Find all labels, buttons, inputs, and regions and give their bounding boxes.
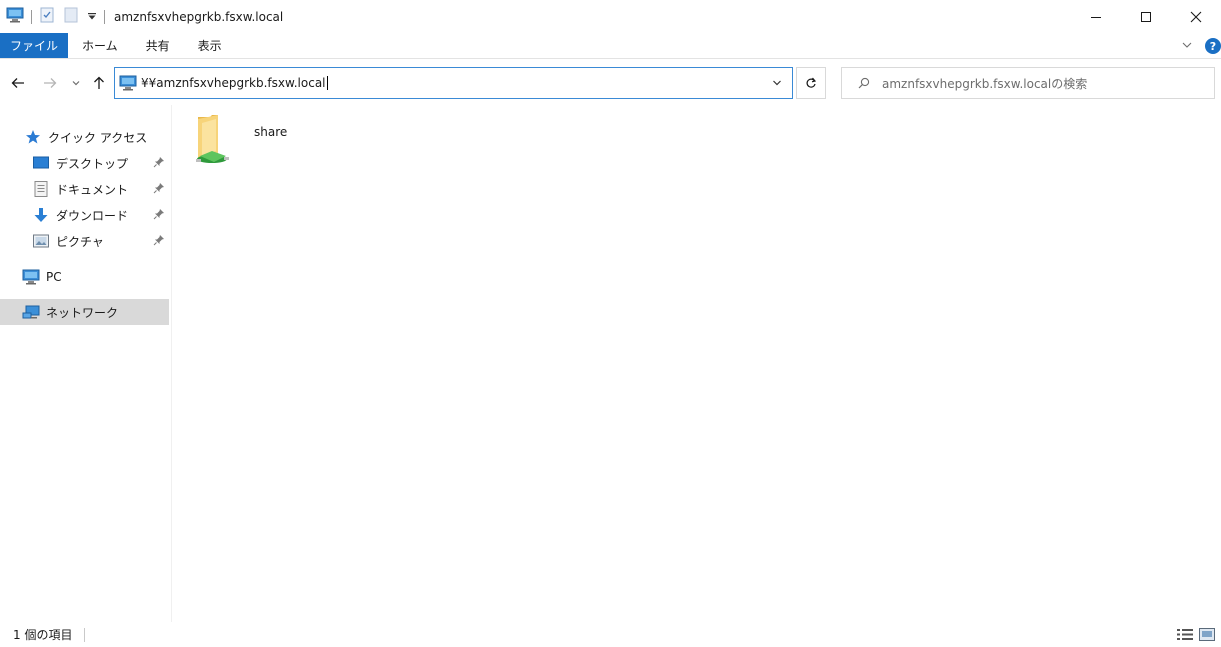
pin-icon[interactable]	[153, 156, 165, 171]
maximize-icon	[1141, 11, 1151, 22]
tab-view[interactable]: 表示	[184, 33, 236, 58]
sidebar-item-pc[interactable]: PC	[0, 264, 169, 290]
details-view-icon	[1177, 629, 1193, 640]
sidebar-item-label: ネットワーク	[46, 305, 119, 320]
up-button[interactable]	[89, 73, 109, 93]
list-item[interactable]: share	[192, 113, 312, 173]
chevron-down-icon	[773, 80, 781, 86]
help-icon[interactable]: ?	[1205, 38, 1221, 54]
pin-icon[interactable]	[153, 182, 165, 197]
back-arrow-icon	[11, 78, 24, 88]
status-separator	[84, 627, 86, 642]
minimize-button[interactable]	[1071, 0, 1121, 33]
pictures-icon	[32, 232, 50, 250]
sidebar-item-label: ドキュメント	[56, 182, 129, 197]
chevron-down-icon	[72, 81, 80, 86]
ribbon-tabs: ファイル ホーム 共有 表示 ?	[0, 33, 1221, 59]
item-name: share	[254, 125, 288, 139]
download-arrow-icon	[32, 206, 50, 224]
pc-icon	[22, 268, 40, 286]
sidebar-item-label: ダウンロード	[56, 208, 129, 223]
network-computer-icon	[119, 75, 137, 91]
toolbar-separator	[31, 9, 32, 24]
pin-icon[interactable]	[153, 208, 165, 223]
refresh-icon	[806, 77, 817, 88]
file-list: share	[172, 105, 1221, 622]
properties-icon[interactable]	[39, 7, 55, 26]
sidebar-item-label: PC	[46, 270, 62, 284]
large-icons-view-icon	[1199, 628, 1215, 641]
desktop-icon	[32, 154, 50, 172]
recent-locations-button[interactable]	[66, 73, 86, 93]
network-icon	[22, 303, 40, 321]
star-icon	[24, 128, 42, 146]
details-view-button[interactable]	[1175, 626, 1195, 643]
tab-home[interactable]: ホーム	[68, 33, 132, 58]
address-dropdown-button[interactable]	[762, 68, 792, 98]
search-input[interactable]: amznfsxvhepgrkb.fsxw.localの検索	[882, 75, 1087, 92]
sidebar-item-downloads[interactable]: ダウンロード	[0, 202, 169, 228]
sidebar-item-quick-access[interactable]: クイック アクセス	[0, 124, 169, 150]
customize-dropdown-icon[interactable]	[87, 10, 97, 24]
shared-folder-icon	[192, 113, 236, 173]
address-bar[interactable]: ¥¥amznfsxvhepgrkb.fsxw.local	[114, 67, 793, 99]
tab-share[interactable]: 共有	[132, 33, 184, 58]
title-bar: amznfsxvhepgrkb.fsxw.local	[0, 0, 1221, 33]
navigation-pane: クイック アクセス デスクトップ ドキュメント ダウンロード ピクチャ PC ネ…	[0, 105, 172, 622]
pin-icon[interactable]	[153, 234, 165, 249]
sidebar-item-label: ピクチャ	[56, 234, 104, 249]
quick-access-toolbar: amznfsxvhepgrkb.fsxw.local	[0, 0, 283, 33]
computer-icon[interactable]	[6, 7, 24, 26]
text-caret	[326, 76, 328, 90]
forward-button[interactable]	[40, 73, 60, 93]
address-input[interactable]: ¥¥amznfsxvhepgrkb.fsxw.local	[141, 76, 326, 90]
sidebar-item-desktop[interactable]: デスクトップ	[0, 150, 169, 176]
minimize-icon	[1091, 16, 1101, 18]
back-button[interactable]	[8, 73, 28, 93]
sidebar-item-network[interactable]: ネットワーク	[0, 299, 169, 325]
expand-ribbon-chevron-icon[interactable]	[1181, 39, 1193, 54]
forward-arrow-icon	[44, 78, 57, 88]
large-icons-view-button[interactable]	[1197, 626, 1217, 643]
sidebar-item-pictures[interactable]: ピクチャ	[0, 228, 169, 254]
window-title: amznfsxvhepgrkb.fsxw.local	[114, 9, 284, 24]
navigation-bar: ¥¥amznfsxvhepgrkb.fsxw.local amznfsxvhep…	[0, 63, 1221, 103]
tab-file[interactable]: ファイル	[0, 33, 69, 58]
close-icon	[1190, 11, 1202, 22]
refresh-button[interactable]	[796, 67, 826, 99]
close-button[interactable]	[1171, 0, 1221, 33]
sidebar-item-documents[interactable]: ドキュメント	[0, 176, 169, 202]
search-icon	[858, 77, 870, 89]
document-icon	[32, 180, 50, 198]
toolbar-separator	[104, 9, 105, 24]
new-folder-icon[interactable]	[63, 7, 79, 26]
status-bar: 1 個の項目	[0, 622, 1221, 647]
maximize-button[interactable]	[1121, 0, 1171, 33]
item-count: 1 個の項目	[13, 628, 73, 642]
search-box[interactable]: amznfsxvhepgrkb.fsxw.localの検索	[841, 67, 1215, 99]
sidebar-item-label: デスクトップ	[56, 156, 129, 171]
up-arrow-icon	[94, 76, 104, 89]
sidebar-item-label: クイック アクセス	[48, 130, 148, 145]
